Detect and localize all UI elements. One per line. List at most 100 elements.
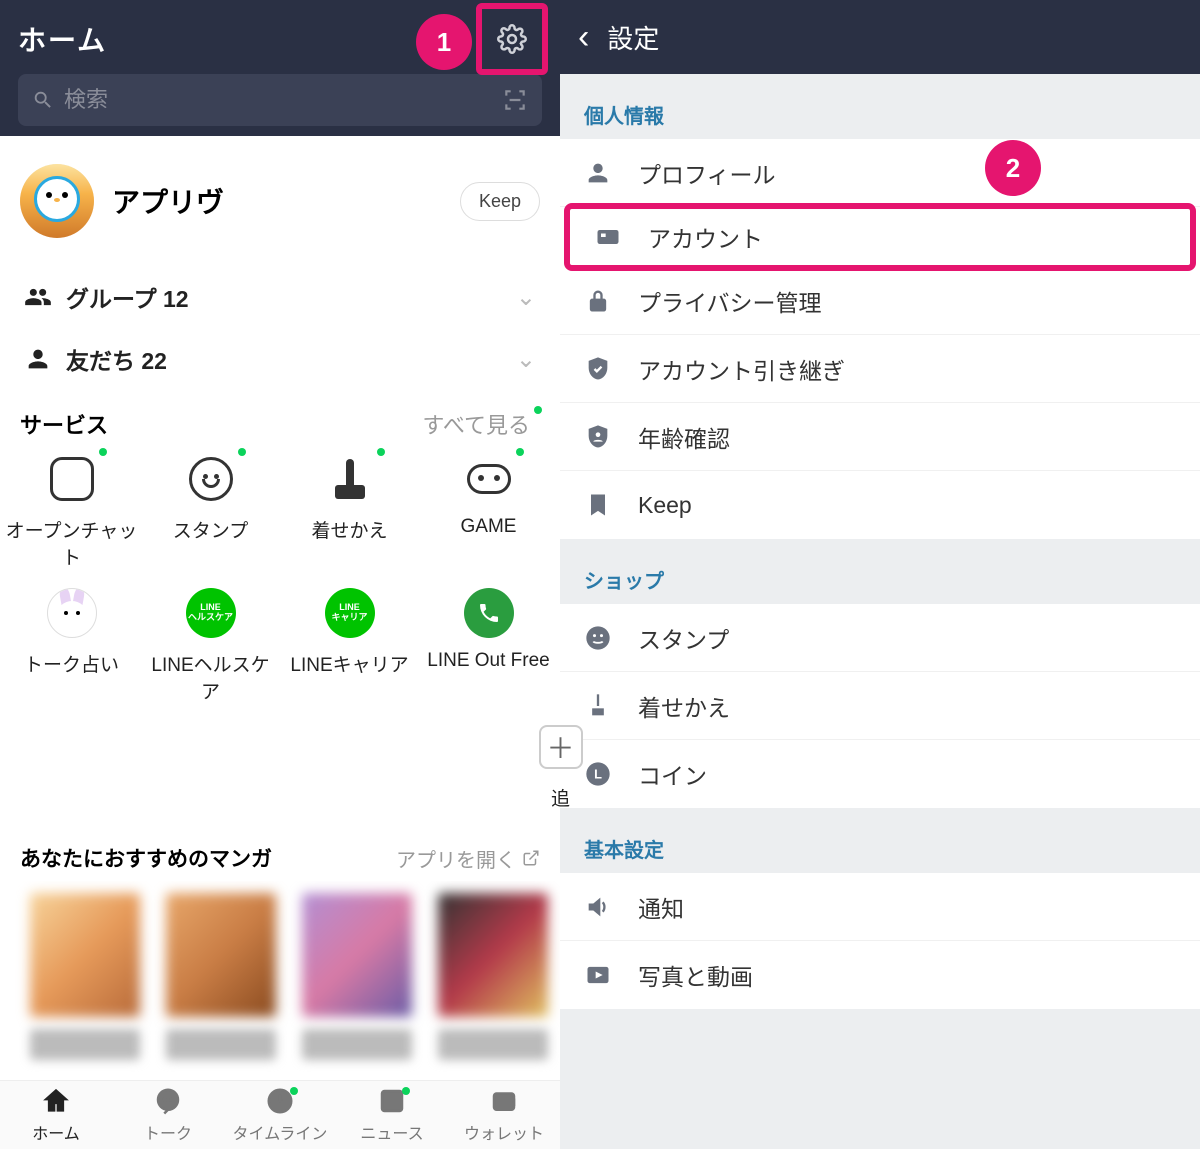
tab-timeline[interactable]: タイムライン <box>224 1081 336 1149</box>
settings-row-keep[interactable]: Keep <box>560 471 1200 539</box>
tab-wallet[interactable]: ウォレット <box>448 1081 560 1149</box>
service-kisekae[interactable]: 着せかえ <box>282 452 417 570</box>
service-game[interactable]: GAME <box>421 452 556 570</box>
gamepad-icon <box>467 464 511 494</box>
settings-row-kisekae[interactable]: 着せかえ <box>560 672 1200 740</box>
settings-row-stamp[interactable]: スタンプ <box>560 604 1200 672</box>
row-label: 通知 <box>638 890 684 924</box>
settings-button[interactable] <box>482 9 542 69</box>
services-label: サービス <box>20 408 108 440</box>
bookmark-icon <box>582 489 614 521</box>
row-label: スタンプ <box>638 621 729 655</box>
annotation-highlight-settings <box>476 3 548 75</box>
chevron-down-icon: ⌄ <box>516 345 536 374</box>
manga-cover <box>30 893 140 1017</box>
see-all-button[interactable]: すべて見る <box>422 408 540 440</box>
service-label: 追 <box>551 784 570 811</box>
service-out-free[interactable]: LINE Out Free <box>421 586 556 704</box>
row-label: アカウント引き継ぎ <box>638 352 845 386</box>
service-career[interactable]: LINE キャリア LINEキャリア <box>282 586 417 704</box>
smile-icon <box>582 622 614 654</box>
chevron-down-icon: ⌄ <box>516 283 536 312</box>
tab-talk[interactable]: トーク <box>112 1081 224 1149</box>
manga-heading: あなたにおすすめのマンガ <box>20 843 272 873</box>
scan-icon[interactable] <box>502 87 528 113</box>
manga-header: あなたにおすすめのマンガ アプリを開く <box>0 837 560 881</box>
service-label: オープンチャット <box>4 516 139 570</box>
manga-item[interactable] <box>30 893 140 1060</box>
manga-item[interactable] <box>438 893 548 1060</box>
phone-icon <box>464 588 514 638</box>
service-label: LINEヘルスケア <box>143 650 278 704</box>
open-app-button[interactable]: アプリを開く <box>396 844 540 873</box>
open-app-label: アプリを開く <box>396 844 516 873</box>
search-input[interactable] <box>64 87 502 113</box>
smile-icon <box>189 457 233 501</box>
profile-row[interactable]: アプリヴ Keep <box>0 136 560 266</box>
profile-name: アプリヴ <box>112 181 460 221</box>
section-label-shop: ショップ <box>560 539 1200 604</box>
manga-title-placeholder <box>30 1029 140 1060</box>
annotation-badge-1: 1 <box>416 14 472 70</box>
row-label: プロフィール <box>638 156 776 190</box>
settings-row-transfer[interactable]: アカウント引き継ぎ <box>560 335 1200 403</box>
groups-row[interactable]: グループ 12 ⌄ <box>0 266 560 328</box>
line-career-icon: LINE キャリア <box>325 588 375 638</box>
service-stamp[interactable]: スタンプ <box>143 452 278 570</box>
service-label: LINEキャリア <box>290 650 408 677</box>
settings-row-profile[interactable]: プロフィール <box>560 139 1200 207</box>
person-icon <box>24 345 52 373</box>
manga-item[interactable] <box>302 893 412 1060</box>
service-label: GAME <box>461 516 517 538</box>
section-basic: 通知 写真と動画 <box>560 873 1200 1009</box>
settings-title: 設定 <box>607 19 659 56</box>
section-label-personal: 個人情報 <box>560 74 1200 139</box>
service-healthcare[interactable]: LINE ヘルスケア LINEヘルスケア <box>143 586 278 704</box>
settings-row-privacy[interactable]: プライバシー管理 <box>560 267 1200 335</box>
tab-news[interactable]: ニュース <box>336 1081 448 1149</box>
manga-cover <box>302 893 412 1017</box>
row-label: アカウント <box>648 220 763 254</box>
person-icon <box>582 157 614 189</box>
service-add[interactable]: ＋ 追 <box>493 720 628 811</box>
friends-label: 友だち 22 <box>66 342 167 376</box>
section-shop: スタンプ 着せかえ L コイン <box>560 604 1200 808</box>
chat-icon <box>153 1086 183 1116</box>
settings-panel: ‹ 設定 個人情報 プロフィール アカウント プライバシー管理 アカウント引き継… <box>560 0 1200 1149</box>
id-card-icon <box>592 221 624 253</box>
back-button[interactable]: ‹ <box>578 20 589 54</box>
row-label: 写真と動画 <box>638 958 753 992</box>
openchat-icon <box>50 457 94 501</box>
settings-row-notify[interactable]: 通知 <box>560 873 1200 941</box>
lock-icon <box>582 285 614 317</box>
settings-row-coin[interactable]: L コイン <box>560 740 1200 808</box>
rabbit-icon <box>47 588 97 638</box>
home-panel: ホーム アプリヴ Keep グループ 12 ⌄ <box>0 0 560 1149</box>
home-header: ホーム <box>0 0 560 136</box>
settings-row-age[interactable]: 年齢確認 <box>560 403 1200 471</box>
home-icon <box>41 1086 71 1116</box>
manga-cover <box>438 893 548 1017</box>
tab-home[interactable]: ホーム <box>0 1081 112 1149</box>
manga-list[interactable] <box>0 881 560 1080</box>
manga-title-placeholder <box>166 1029 276 1060</box>
page-title: ホーム <box>18 19 107 59</box>
settings-row-photo-video[interactable]: 写真と動画 <box>560 941 1200 1009</box>
service-label: 着せかえ <box>311 516 387 543</box>
tab-label: トーク <box>144 1120 192 1144</box>
row-label: 着せかえ <box>638 689 730 723</box>
friends-row[interactable]: 友だち 22 ⌄ <box>0 328 560 390</box>
service-label: LINE Out Free <box>427 650 550 672</box>
external-link-icon <box>522 849 540 867</box>
bottom-tabbar: ホーム トーク タイムライン ニュース ウォレット <box>0 1080 560 1149</box>
section-personal: プロフィール アカウント プライバシー管理 アカウント引き継ぎ 年齢確認 Kee… <box>560 139 1200 539</box>
tab-label: ウォレット <box>464 1120 544 1144</box>
manga-item[interactable] <box>166 893 276 1060</box>
settings-header: ‹ 設定 <box>560 0 1200 74</box>
service-openchat[interactable]: オープンチャット <box>4 452 139 570</box>
settings-row-account[interactable]: アカウント <box>564 203 1196 271</box>
tab-label: ホーム <box>32 1120 80 1144</box>
service-talk-uranai[interactable]: トーク占い <box>4 586 139 704</box>
keep-button[interactable]: Keep <box>460 182 540 221</box>
search-field[interactable] <box>18 74 542 126</box>
